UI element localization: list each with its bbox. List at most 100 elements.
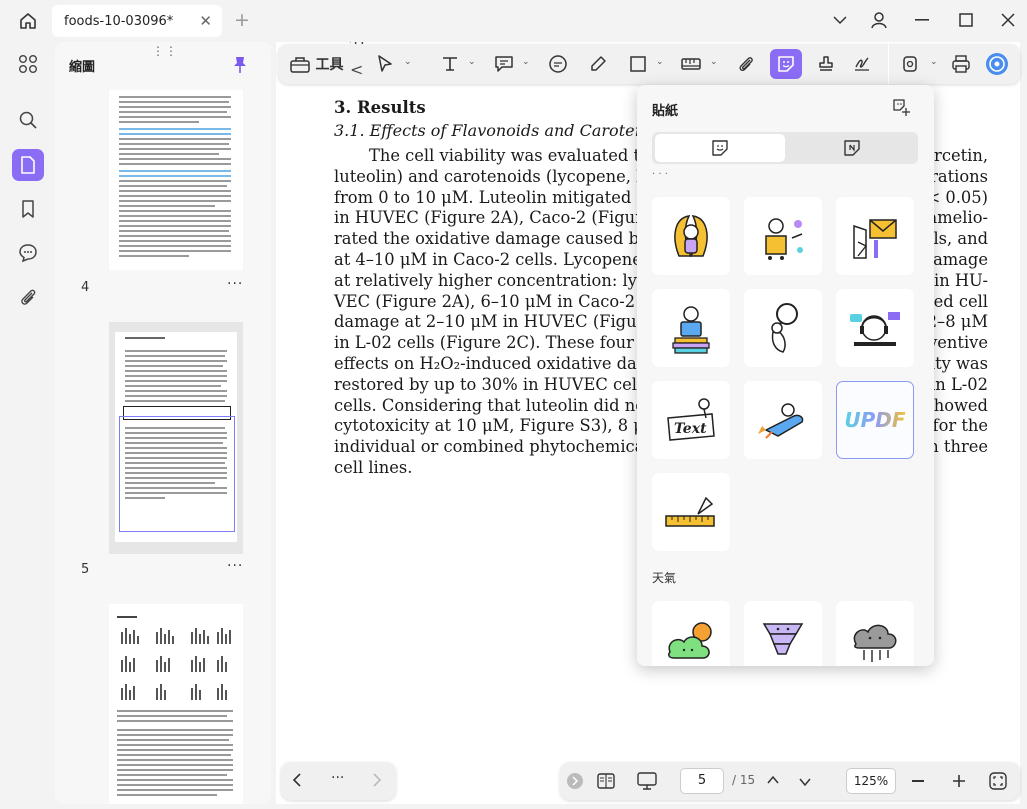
body-line-right: sed cell: [925, 291, 988, 311]
chevron-down-icon[interactable]: [830, 10, 850, 30]
comment-icon[interactable]: [12, 237, 44, 269]
page-display-icon[interactable]: [596, 771, 616, 795]
custom-sticker-icon: [844, 140, 860, 156]
ai-assistant-icon[interactable]: [984, 50, 1010, 78]
updf-sticker-label: UPDF: [844, 408, 906, 432]
thumbnail-page-5[interactable]: [115, 332, 237, 542]
body-line-left: cytotoxicity at 10 μM, Figure S3), 8 μM: [334, 416, 661, 436]
weather-section-label: 天氣: [652, 571, 677, 585]
body-line-left: The cell viability was evaluated to ass: [369, 146, 682, 165]
panel-title: 縮圖: [69, 60, 96, 75]
attachment-icon[interactable]: [12, 281, 44, 313]
add-sticker-icon[interactable]: [891, 97, 913, 121]
zoom-in-icon[interactable]: [952, 773, 966, 792]
page-number-input[interactable]: 5: [680, 768, 724, 794]
body-line-right: for the: [932, 416, 988, 436]
body-line-right: 2–8 μM: [926, 312, 988, 332]
home-icon[interactable]: [14, 8, 42, 34]
comment-tool-icon[interactable]: [492, 50, 516, 78]
shape-tool-icon[interactable]: [626, 50, 650, 78]
section-heading: 3. Results: [334, 98, 426, 117]
close-window-icon[interactable]: [998, 10, 1018, 30]
presentation-icon[interactable]: [636, 770, 658, 796]
select-tool-chevron-icon[interactable]: ⌄: [404, 57, 412, 67]
body-line-right: rations: [930, 166, 988, 186]
body-line-right: amelio-: [927, 208, 989, 228]
thumbnail-page-6[interactable]: [109, 604, 243, 804]
measure-tool-chevron-icon[interactable]: ⌄: [710, 57, 718, 67]
page-number-4: 4: [81, 280, 90, 295]
text-tool-icon[interactable]: [438, 50, 462, 78]
signature-icon[interactable]: [850, 50, 874, 78]
sticker-storm-cloud[interactable]: [836, 601, 914, 666]
tab-built-in-stickers[interactable]: [655, 134, 785, 162]
zoom-level-input[interactable]: 125%: [846, 768, 896, 794]
tab-custom-stickers[interactable]: [788, 134, 916, 162]
minimize-icon[interactable]: [912, 10, 932, 30]
body-line-right: < 0.05): [926, 187, 988, 207]
section-label-clipped: · · ·: [652, 169, 668, 177]
select-tool-icon[interactable]: [374, 50, 396, 78]
body-line-left: from 0 to 10 μM. Luteolin mitigated H₂O₂: [334, 187, 678, 207]
toolbar-divider: [888, 44, 889, 84]
text-sticker-label: Text: [674, 421, 707, 437]
bookmark-icon[interactable]: [12, 193, 44, 225]
body-line-left: at relatively higher concentration: lyco…: [334, 270, 676, 290]
sticker-text[interactable]: Text: [652, 381, 730, 459]
tab-title: foods-10-03096*: [64, 13, 174, 29]
pin-icon[interactable]: [232, 56, 248, 78]
scan-icon[interactable]: [898, 50, 922, 78]
body-line-right: lls, and: [928, 229, 988, 249]
tools-button[interactable]: 工具: [286, 50, 346, 78]
highlighter-icon[interactable]: [586, 50, 610, 78]
body-line-left: VEC (Figure 2A), 6–10 μM in Caco-2 and: [334, 291, 671, 311]
search-icon[interactable]: [12, 104, 44, 136]
page-up-icon[interactable]: [766, 772, 780, 791]
print-icon[interactable]: [948, 50, 974, 78]
measure-tool-icon[interactable]: [678, 50, 704, 78]
document-tab[interactable]: foods-10-03096* ✕: [52, 5, 222, 37]
text-tool-chevron-icon[interactable]: ⌄: [468, 57, 476, 67]
next-page-icon[interactable]: [371, 772, 383, 792]
close-tab-icon[interactable]: ✕: [199, 12, 212, 30]
thumbnails-icon[interactable]: [12, 149, 44, 181]
page-4-more-button[interactable]: ···: [227, 276, 243, 292]
sticker-ruler[interactable]: [652, 473, 730, 551]
body-line-left: in L-02 cells (Figure 2C). These four ph…: [334, 333, 670, 353]
page-down-icon[interactable]: [798, 774, 812, 793]
collapse-bar-icon[interactable]: [567, 773, 583, 789]
stamp-icon[interactable]: [814, 50, 838, 78]
sticker-headset-support[interactable]: [836, 289, 914, 367]
body-line-left: individual or combined phytochemicals: [334, 437, 658, 457]
new-tab-button[interactable]: +: [234, 9, 250, 31]
nav-more-button[interactable]: ···: [331, 770, 344, 786]
sticker-updf[interactable]: UPDF: [836, 381, 914, 459]
sticker-laptop-books[interactable]: [652, 289, 730, 367]
sticker-shopping[interactable]: [744, 197, 822, 275]
account-icon[interactable]: [868, 9, 890, 31]
sticker-rocket[interactable]: [744, 381, 822, 459]
sticker-mail[interactable]: [836, 197, 914, 275]
fit-page-icon[interactable]: [988, 771, 1008, 795]
sticker-tornado[interactable]: [744, 601, 822, 666]
previous-page-icon[interactable]: [291, 772, 303, 792]
attach-file-icon[interactable]: [734, 50, 758, 78]
panel-drag-handle[interactable]: ⋮⋮: [152, 44, 178, 58]
sticker-tool-icon[interactable]: [770, 49, 802, 79]
sticker-sun-cloud[interactable]: [652, 601, 730, 666]
thumbnail-page-4[interactable]: [109, 90, 243, 270]
page-5-more-button[interactable]: ···: [227, 558, 243, 574]
comment-tool-chevron-icon[interactable]: ⌄: [522, 57, 530, 67]
organize-pages-icon[interactable]: [12, 48, 44, 80]
shape-tool-chevron-icon[interactable]: ⌄: [656, 57, 664, 67]
zoom-out-icon[interactable]: [912, 780, 924, 782]
speech-bubble-icon[interactable]: [546, 50, 570, 78]
sticker-magnifier[interactable]: [744, 289, 822, 367]
body-line-left: in HUVEC (Figure 2A), Caco-2 (Figure 2: [334, 208, 669, 228]
sticker-tab-group: [652, 132, 918, 164]
thumbnail-panel: ⋮⋮ 縮圖 4 ··· 5 ···: [55, 42, 271, 804]
sticker-reading[interactable]: [652, 197, 730, 275]
maximize-icon[interactable]: [956, 10, 976, 30]
scan-chevron-icon[interactable]: ⌄: [930, 57, 938, 67]
body-line-right: ventive: [928, 333, 988, 353]
